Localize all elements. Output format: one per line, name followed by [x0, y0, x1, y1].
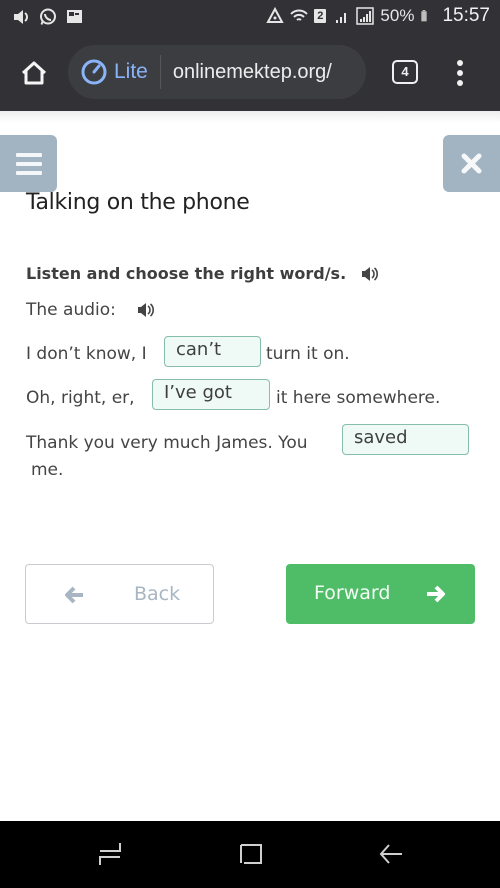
clock: 15:57: [442, 5, 490, 26]
sim-2-badge: 2: [314, 9, 327, 23]
network-warning-icon: [266, 7, 284, 23]
close-button[interactable]: [443, 135, 500, 192]
signal-icon: [336, 13, 347, 23]
gallery-icon: [67, 10, 82, 23]
speaker-icon[interactable]: [360, 265, 380, 283]
audio-label: The audio:: [26, 300, 116, 320]
sentence-3-after: me.: [31, 460, 64, 480]
answer-field-3[interactable]: saved: [342, 424, 469, 455]
back-button[interactable]: Back: [25, 564, 214, 624]
answer-field-1[interactable]: can’t: [164, 336, 261, 367]
sentence-1-after: turn it on.: [266, 344, 350, 364]
url-separator: [159, 55, 161, 89]
browser-toolbar: Lite onlinemektep.org/ 4: [0, 35, 500, 111]
volume-icon: [14, 10, 28, 24]
arrow-right-icon: [427, 585, 445, 603]
more-menu-icon[interactable]: [452, 57, 468, 89]
lite-label: Lite: [114, 60, 148, 83]
instruction-text: Listen and choose the right word/s.: [26, 264, 347, 283]
lite-mode-icon: [81, 59, 107, 85]
forward-label: Forward: [314, 582, 391, 604]
tab-switcher-button[interactable]: 4: [392, 60, 418, 84]
forward-button[interactable]: Forward: [286, 564, 475, 624]
audio-play-icon[interactable]: [136, 301, 156, 319]
back-label: Back: [134, 583, 181, 605]
battery-icon: [421, 10, 428, 22]
instruction: Listen and choose the right word/s.: [26, 264, 380, 283]
whatsapp-icon: [40, 8, 56, 25]
recent-apps-icon[interactable]: [98, 841, 122, 867]
battery-percent: 50%: [380, 6, 415, 25]
signal-full-icon: [356, 7, 375, 25]
menu-button[interactable]: [0, 135, 57, 192]
sentence-2-before: Oh, right, er,: [26, 388, 135, 408]
system-nav-bar: [0, 821, 500, 888]
sentence-3-before: Thank you very much James. You: [26, 433, 308, 453]
arrow-left-icon: [65, 586, 83, 604]
url-bar[interactable]: Lite onlinemektep.org/: [68, 45, 366, 99]
sentence-1-before: I don’t know, I: [26, 344, 147, 364]
close-icon: [461, 153, 482, 174]
toolbar-shadow: [0, 111, 500, 123]
audio-line: The audio:: [26, 300, 156, 320]
url-text[interactable]: onlinemektep.org/: [173, 61, 332, 84]
back-icon[interactable]: [378, 841, 404, 867]
home-icon[interactable]: [239, 841, 263, 867]
page-title: Talking on the phone: [26, 190, 250, 215]
sentence-2-after: it here somewhere.: [276, 388, 441, 408]
status-bar: 2 50% 15:57: [0, 0, 500, 35]
answer-field-2[interactable]: I’ve got: [152, 379, 270, 410]
home-icon[interactable]: [19, 58, 49, 88]
wifi-icon: [290, 9, 309, 21]
